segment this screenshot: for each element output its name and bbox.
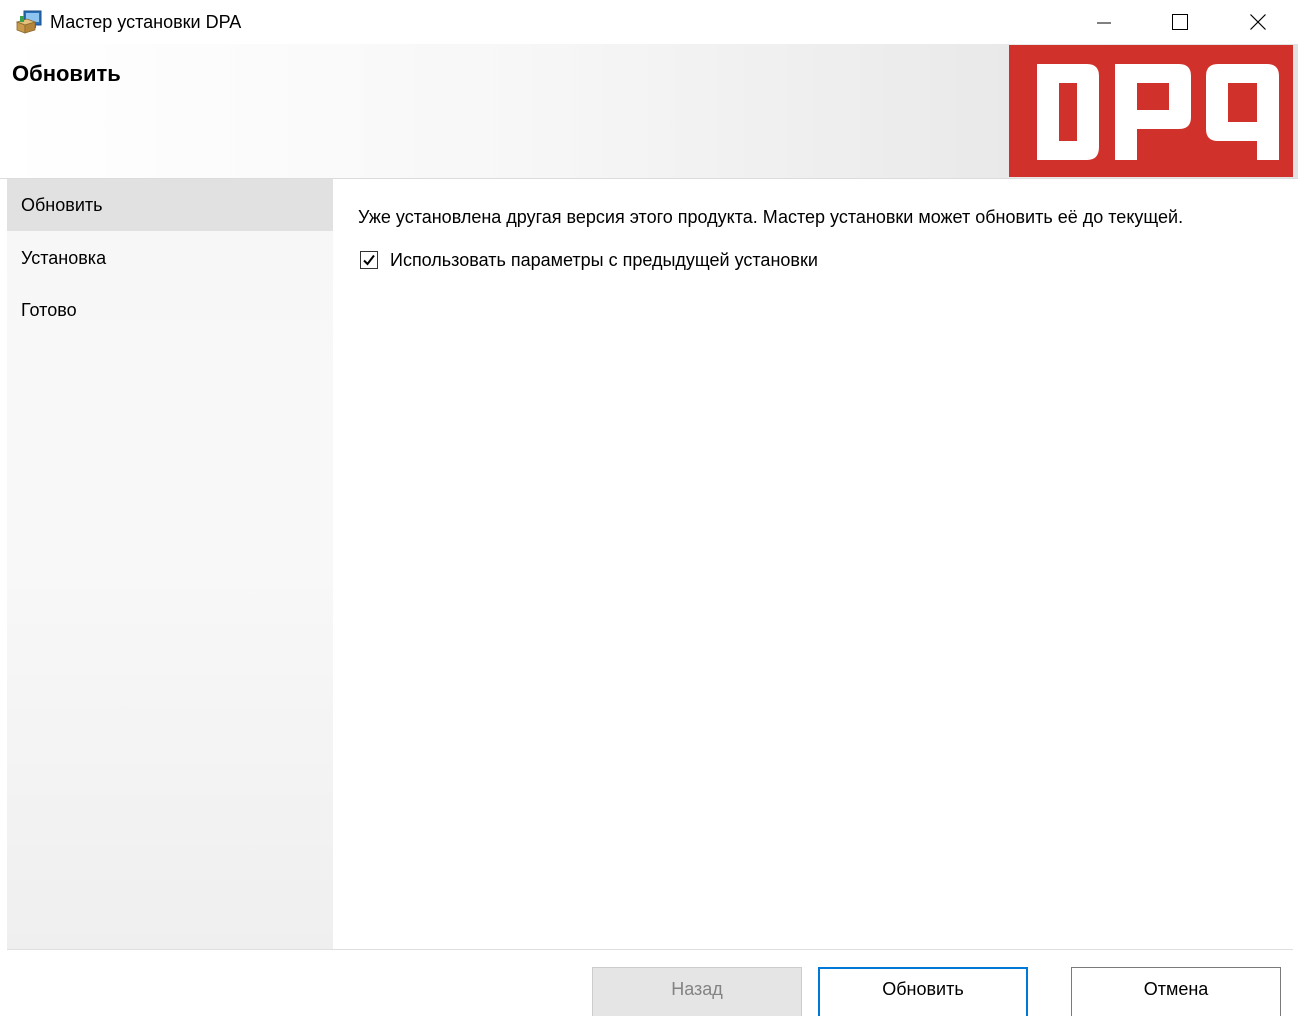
use-previous-settings-label[interactable]: Использовать параметры с предыдущей уста… [390, 249, 818, 271]
title-bar: Мастер установки DPA [0, 0, 1298, 44]
use-previous-settings-checkbox[interactable] [360, 251, 378, 269]
close-icon [1250, 14, 1266, 30]
installer-window: Мастер установки DPA Обновить Обновить У… [0, 0, 1298, 1016]
minimize-button[interactable] [1066, 0, 1142, 44]
minimize-icon [1097, 22, 1111, 24]
sidebar-step-install: Установка [7, 232, 333, 284]
upgrade-message: Уже установлена другая версия этого прод… [358, 207, 1184, 227]
installer-package-icon [15, 10, 42, 34]
sidebar-step-label: Готово [21, 300, 77, 320]
main-content: Уже установлена другая версия этого прод… [333, 179, 1293, 949]
footer-separator [7, 949, 1293, 950]
sidebar-step-label: Установка [21, 248, 107, 268]
maximize-button[interactable] [1142, 0, 1218, 44]
dpa-logo [1009, 45, 1293, 177]
close-button[interactable] [1220, 0, 1296, 44]
page-title: Обновить [12, 61, 121, 86]
use-previous-settings-option[interactable]: Использовать параметры с предыдущей уста… [360, 249, 818, 271]
dpa-logo-mark [1037, 64, 1279, 160]
sidebar-step-label: Обновить [21, 195, 103, 215]
header-banner: Обновить [0, 44, 1298, 179]
steps-sidebar: Обновить Установка Готово [7, 179, 333, 949]
sidebar-step-done: Готово [7, 284, 333, 336]
maximize-icon [1172, 14, 1188, 30]
window-title: Мастер установки DPA [50, 12, 242, 32]
sidebar-step-update: Обновить [7, 179, 333, 231]
back-button[interactable]: Назад [592, 967, 802, 1016]
update-button[interactable]: Обновить [818, 967, 1028, 1016]
checkmark-icon [363, 254, 375, 266]
cancel-button[interactable]: Отмена [1071, 967, 1281, 1016]
